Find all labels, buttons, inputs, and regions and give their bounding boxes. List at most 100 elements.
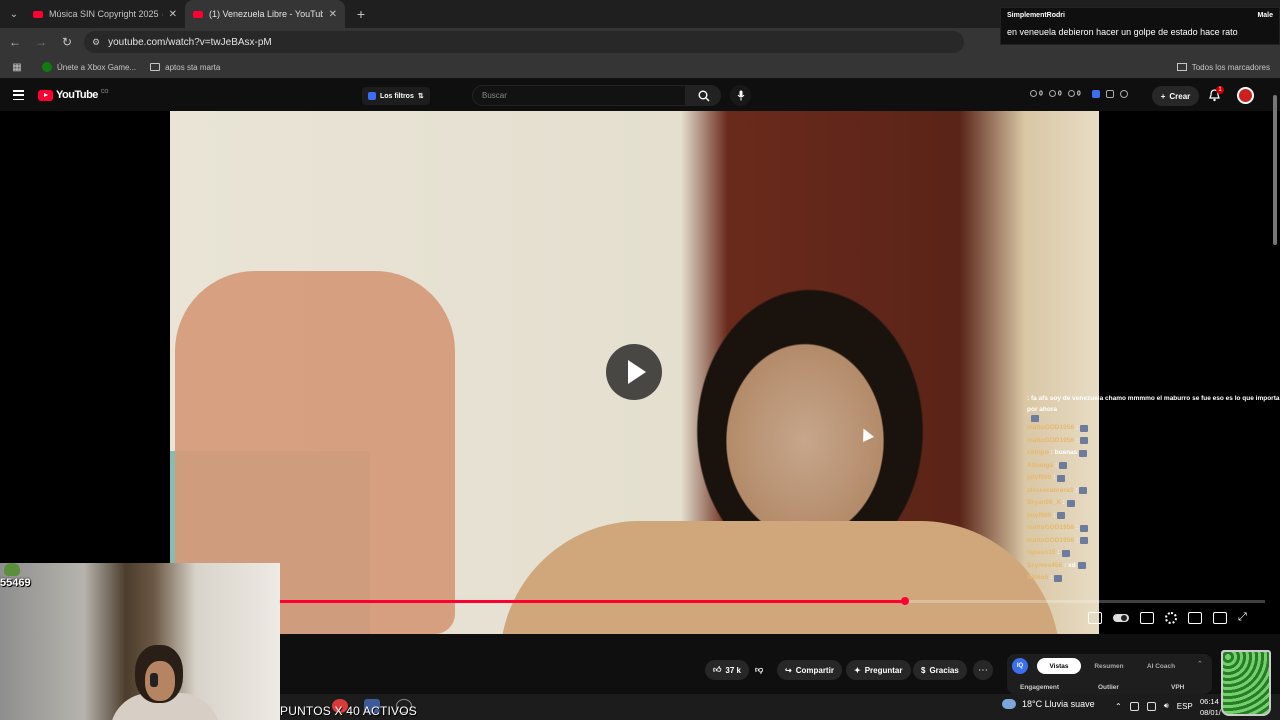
weather-text: 18°C Lluvia suave [1022, 699, 1095, 709]
player-controls: ⤢ [1088, 611, 1247, 624]
chat-username[interactable]: mattoGOD1956 [1027, 535, 1074, 548]
forward-button[interactable]: → [30, 31, 52, 53]
screen: ⌄ Música SIN Copyright 2025 🔥 ✕ (1) Vene… [0, 0, 1280, 720]
theater-mode-icon[interactable] [1188, 611, 1202, 624]
play-button[interactable] [606, 344, 662, 400]
chevron-up-icon[interactable]: ⌃ [1115, 702, 1122, 711]
chat-username[interactable]: alvarocabrera3 [1027, 485, 1073, 498]
settings-icon[interactable] [1165, 611, 1177, 624]
tab-venezuela-libre[interactable]: (1) Venezuela Libre - YouTube ✕ [185, 0, 345, 28]
collapse-icon[interactable]: ⌃ [1197, 660, 1203, 668]
chat-username[interactable]: Szymvs456 [1027, 560, 1062, 573]
chat-emote-icon [1079, 487, 1088, 495]
chat-text: : [1075, 524, 1079, 531]
cast-icon[interactable] [1213, 611, 1227, 624]
tab-vistas[interactable]: Vistas [1037, 658, 1081, 674]
eye-icon [1048, 90, 1056, 97]
like-button[interactable]: 👍︎ 37 k [705, 660, 749, 680]
chat-username[interactable]: mattoGOD1956 [1027, 522, 1074, 535]
filters-button[interactable]: Los filtros ⇅ [362, 87, 430, 105]
youtube-wordmark: YouTube [56, 89, 98, 101]
engagement-label: Engagement [1020, 684, 1060, 691]
chat-text: : [1062, 499, 1065, 506]
network-icon[interactable] [1129, 701, 1139, 711]
new-tab-button[interactable]: + [351, 4, 371, 24]
tab-search-button[interactable]: ⌄ [3, 3, 25, 25]
tab-ai-coach[interactable]: AI Coach [1137, 658, 1185, 674]
bookmark-xbox[interactable]: Únete a Xbox Game... [42, 62, 136, 72]
tab-musica[interactable]: Música SIN Copyright 2025 🔥 ✕ [25, 0, 185, 28]
close-icon[interactable]: ✕ [169, 9, 177, 20]
fullscreen-icon[interactable]: ⤢ [1238, 611, 1247, 624]
page-scrollbar[interactable] [1272, 85, 1278, 685]
progress-bar[interactable] [280, 597, 1265, 605]
avatar[interactable] [1237, 87, 1254, 104]
dislike-button[interactable]: 👎︎ [746, 660, 772, 680]
chat-message: julyf999: [1027, 510, 1280, 523]
thanks-label: Gracias [929, 665, 959, 675]
folder-icon [150, 63, 161, 71]
sliders-icon: ⇅ [417, 93, 424, 100]
youtube-play-icon [38, 89, 53, 101]
clock-icon [1030, 90, 1037, 97]
autoplay-toggle[interactable] [1113, 613, 1129, 622]
chat-message: Athanga: [1027, 460, 1280, 473]
tab-resumen[interactable]: Resumen [1087, 658, 1131, 674]
chat-username[interactable]: Wit6o5 [1027, 572, 1048, 585]
share-button[interactable]: ↪ Compartir [777, 660, 842, 680]
chat-username[interactable]: julyf999 [1027, 472, 1051, 485]
volume-icon[interactable]: 🔊︎ [1164, 701, 1169, 711]
ask-button[interactable]: ✦ Preguntar [846, 660, 911, 680]
thanks-icon: $ [921, 665, 926, 675]
close-icon[interactable]: ✕ [329, 9, 337, 20]
menu-icon[interactable] [13, 90, 24, 100]
language-indicator[interactable]: ESP [1177, 702, 1193, 711]
chat-username[interactable]: rapaso15 [1027, 547, 1056, 560]
chat-message: : fa afs soy de venezuela chamo mmmmo el… [1027, 393, 1280, 415]
notifications-button[interactable]: 1 [1208, 86, 1224, 103]
chat-text: : [1053, 511, 1056, 519]
thanks-button[interactable]: $ Gracias [913, 660, 967, 680]
chat-username[interactable]: julyf999 [1027, 510, 1051, 523]
chat-text: : fa afs soy de venezuela chamo mmmmo el… [1027, 395, 1280, 413]
chat-text: : buenas [1050, 449, 1078, 456]
chat-emote-icon [1054, 574, 1063, 582]
display-icon[interactable] [1146, 701, 1156, 711]
chat-username[interactable]: Athanga [1027, 460, 1053, 473]
chat-text: : [1057, 549, 1060, 556]
chat-username[interactable]: Bryan98_X [1027, 497, 1061, 510]
system-tray: ⌃ 🔊︎ ESP [1115, 701, 1193, 711]
chat-message: mattoGOD1956: [1027, 522, 1280, 535]
reload-button[interactable]: ↻ [56, 31, 78, 53]
extension-player-icon[interactable] [1088, 611, 1102, 624]
extension-icon[interactable] [1092, 90, 1100, 98]
all-bookmarks[interactable]: Todos los marcadores [1176, 56, 1270, 78]
thumbs-down-icon: 👎︎ [754, 665, 764, 674]
back-button[interactable]: ← [4, 31, 26, 53]
create-button[interactable]: + Crear [1152, 86, 1199, 106]
chat-text: : [1053, 474, 1056, 481]
address-bar[interactable]: ⚙ youtube.com/watch?v=twJeBAsx-pM [84, 31, 964, 53]
chat-username[interactable]: mattoGOD1956 [1027, 435, 1074, 448]
bookmark-aptos[interactable]: aptos sta marta [150, 63, 220, 72]
list-icon[interactable] [1106, 90, 1114, 98]
chat-emote-icon [1079, 449, 1088, 457]
weather-widget[interactable]: 18°C Lluvia suave [1002, 699, 1095, 709]
stat-item: 0 [1067, 90, 1081, 97]
cloud-rain-icon [1002, 699, 1016, 709]
subtitles-icon[interactable] [1140, 611, 1154, 624]
search-button[interactable] [686, 85, 721, 106]
apps-grid-icon[interactable]: ▦ [6, 56, 28, 78]
stream-points-banner: PUNTOS X 40 ACTIVOS [280, 704, 417, 718]
country-code: CO [100, 89, 109, 95]
pin-icon[interactable] [1120, 90, 1128, 98]
scrollbar-thumb[interactable] [1273, 95, 1277, 245]
chat-username[interactable]: mattoGOD1956 [1027, 422, 1074, 435]
youtube-logo[interactable]: YouTube CO [38, 89, 108, 101]
search-input[interactable]: Buscar [472, 85, 686, 106]
voice-search-button[interactable] [730, 85, 751, 106]
more-actions-icon[interactable]: ⋯ [973, 660, 993, 680]
site-info-icon[interactable]: ⚙ [92, 37, 100, 48]
taskbar-clock[interactable]: 06:14 08/01/ [1200, 696, 1221, 718]
chat-username[interactable]: cetripo [1027, 447, 1049, 460]
